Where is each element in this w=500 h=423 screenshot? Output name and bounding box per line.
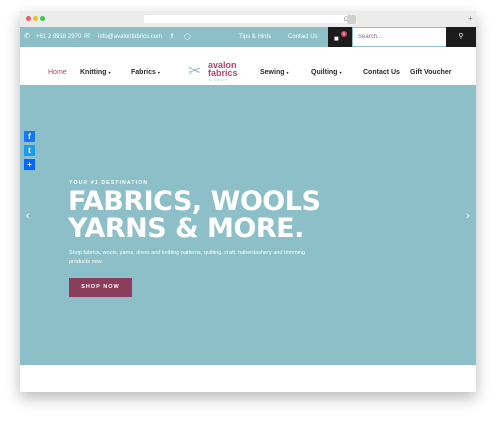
cart-button[interactable]: ■ 0 bbox=[328, 27, 352, 47]
shop-now-button[interactable]: SHOP NOW bbox=[69, 278, 132, 297]
nav-sewing[interactable]: Sewing ▾ bbox=[260, 68, 289, 77]
email-link[interactable]: info@avalonfabrics.com bbox=[98, 33, 162, 41]
facebook-share-icon[interactable]: f bbox=[24, 131, 35, 142]
site-logo[interactable]: ✂ avalon fabrics & CRAFT bbox=[188, 61, 248, 83]
main-nav: Home Knitting ▾ Fabrics ▾ ✂ avalon fabrics… bbox=[20, 47, 476, 85]
contact-top-link[interactable]: Contact Us bbox=[288, 33, 318, 41]
hero-headline: FABRICS, WOOLS YARNS & MORE. bbox=[68, 186, 321, 244]
hero-slider: f t + ‹ › YOUR #1 DESTINATION FABRICS, W… bbox=[20, 85, 476, 365]
twitter-share-icon[interactable]: t bbox=[24, 145, 35, 156]
instagram-icon[interactable]: ◯ bbox=[184, 33, 191, 41]
tips-hints-link[interactable]: Tips & Hints bbox=[239, 33, 271, 41]
extension-icon[interactable] bbox=[347, 15, 356, 24]
nav-quilting[interactable]: Quilting ▾ bbox=[311, 68, 341, 77]
phone-number[interactable]: +61 2 9918 2970 bbox=[36, 33, 81, 41]
cart-count-badge: 0 bbox=[341, 31, 347, 37]
minimize-window-button[interactable] bbox=[33, 16, 38, 21]
logo-line3: & CRAFT bbox=[209, 78, 229, 82]
nav-quilting-label: Quilting bbox=[311, 69, 338, 76]
chevron-down-icon: ▾ bbox=[108, 70, 111, 75]
hero-description: Shop fabrics, wools, yarns, dress and kn… bbox=[69, 250, 306, 265]
maximize-window-button[interactable] bbox=[40, 16, 45, 21]
hero-headline-line2: YARNS & MORE. bbox=[68, 213, 304, 244]
nav-gift-voucher[interactable]: Gift Voucher bbox=[410, 68, 451, 77]
chevron-down-icon: ▾ bbox=[286, 70, 289, 75]
top-bar: ✆ +61 2 9918 2970 ✉ info@avalonfabrics.c… bbox=[20, 27, 476, 47]
scissors-icon: ✂ bbox=[188, 63, 202, 80]
search-icon: ⚲ bbox=[458, 33, 464, 40]
search-button[interactable]: ⚲ bbox=[446, 27, 476, 47]
nav-sewing-label: Sewing bbox=[260, 69, 285, 76]
new-tab-icon[interactable]: + bbox=[468, 15, 473, 23]
address-bar[interactable]: C bbox=[144, 15, 354, 23]
cart-icon: ■ bbox=[334, 34, 339, 43]
browser-chrome: C + bbox=[20, 11, 476, 28]
search-input[interactable] bbox=[353, 28, 446, 46]
nav-knitting-label: Knitting bbox=[80, 69, 107, 76]
hero-headline-line1: FABRICS, WOOLS bbox=[68, 186, 321, 217]
nav-fabrics[interactable]: Fabrics ▾ bbox=[131, 68, 160, 77]
envelope-icon: ✉ bbox=[84, 33, 90, 40]
slider-next-arrow[interactable]: › bbox=[466, 210, 470, 222]
nav-contact[interactable]: Contact Us bbox=[363, 68, 400, 77]
close-window-button[interactable] bbox=[26, 16, 31, 21]
nav-knitting[interactable]: Knitting ▾ bbox=[80, 68, 110, 77]
nav-fabrics-label: Fabrics bbox=[131, 69, 156, 76]
chevron-down-icon: ▾ bbox=[157, 70, 160, 75]
browser-window: C + ✆ +61 2 9918 2970 ✉ info@avalonfabri… bbox=[20, 11, 476, 392]
chevron-down-icon: ▾ bbox=[339, 70, 342, 75]
share-icon[interactable]: + bbox=[24, 159, 35, 170]
slider-prev-arrow[interactable]: ‹ bbox=[26, 210, 30, 222]
facebook-icon[interactable]: f bbox=[171, 33, 173, 41]
nav-home[interactable]: Home bbox=[48, 68, 67, 77]
logo-line2: fabrics bbox=[208, 68, 238, 78]
phone-icon: ✆ bbox=[24, 33, 30, 40]
